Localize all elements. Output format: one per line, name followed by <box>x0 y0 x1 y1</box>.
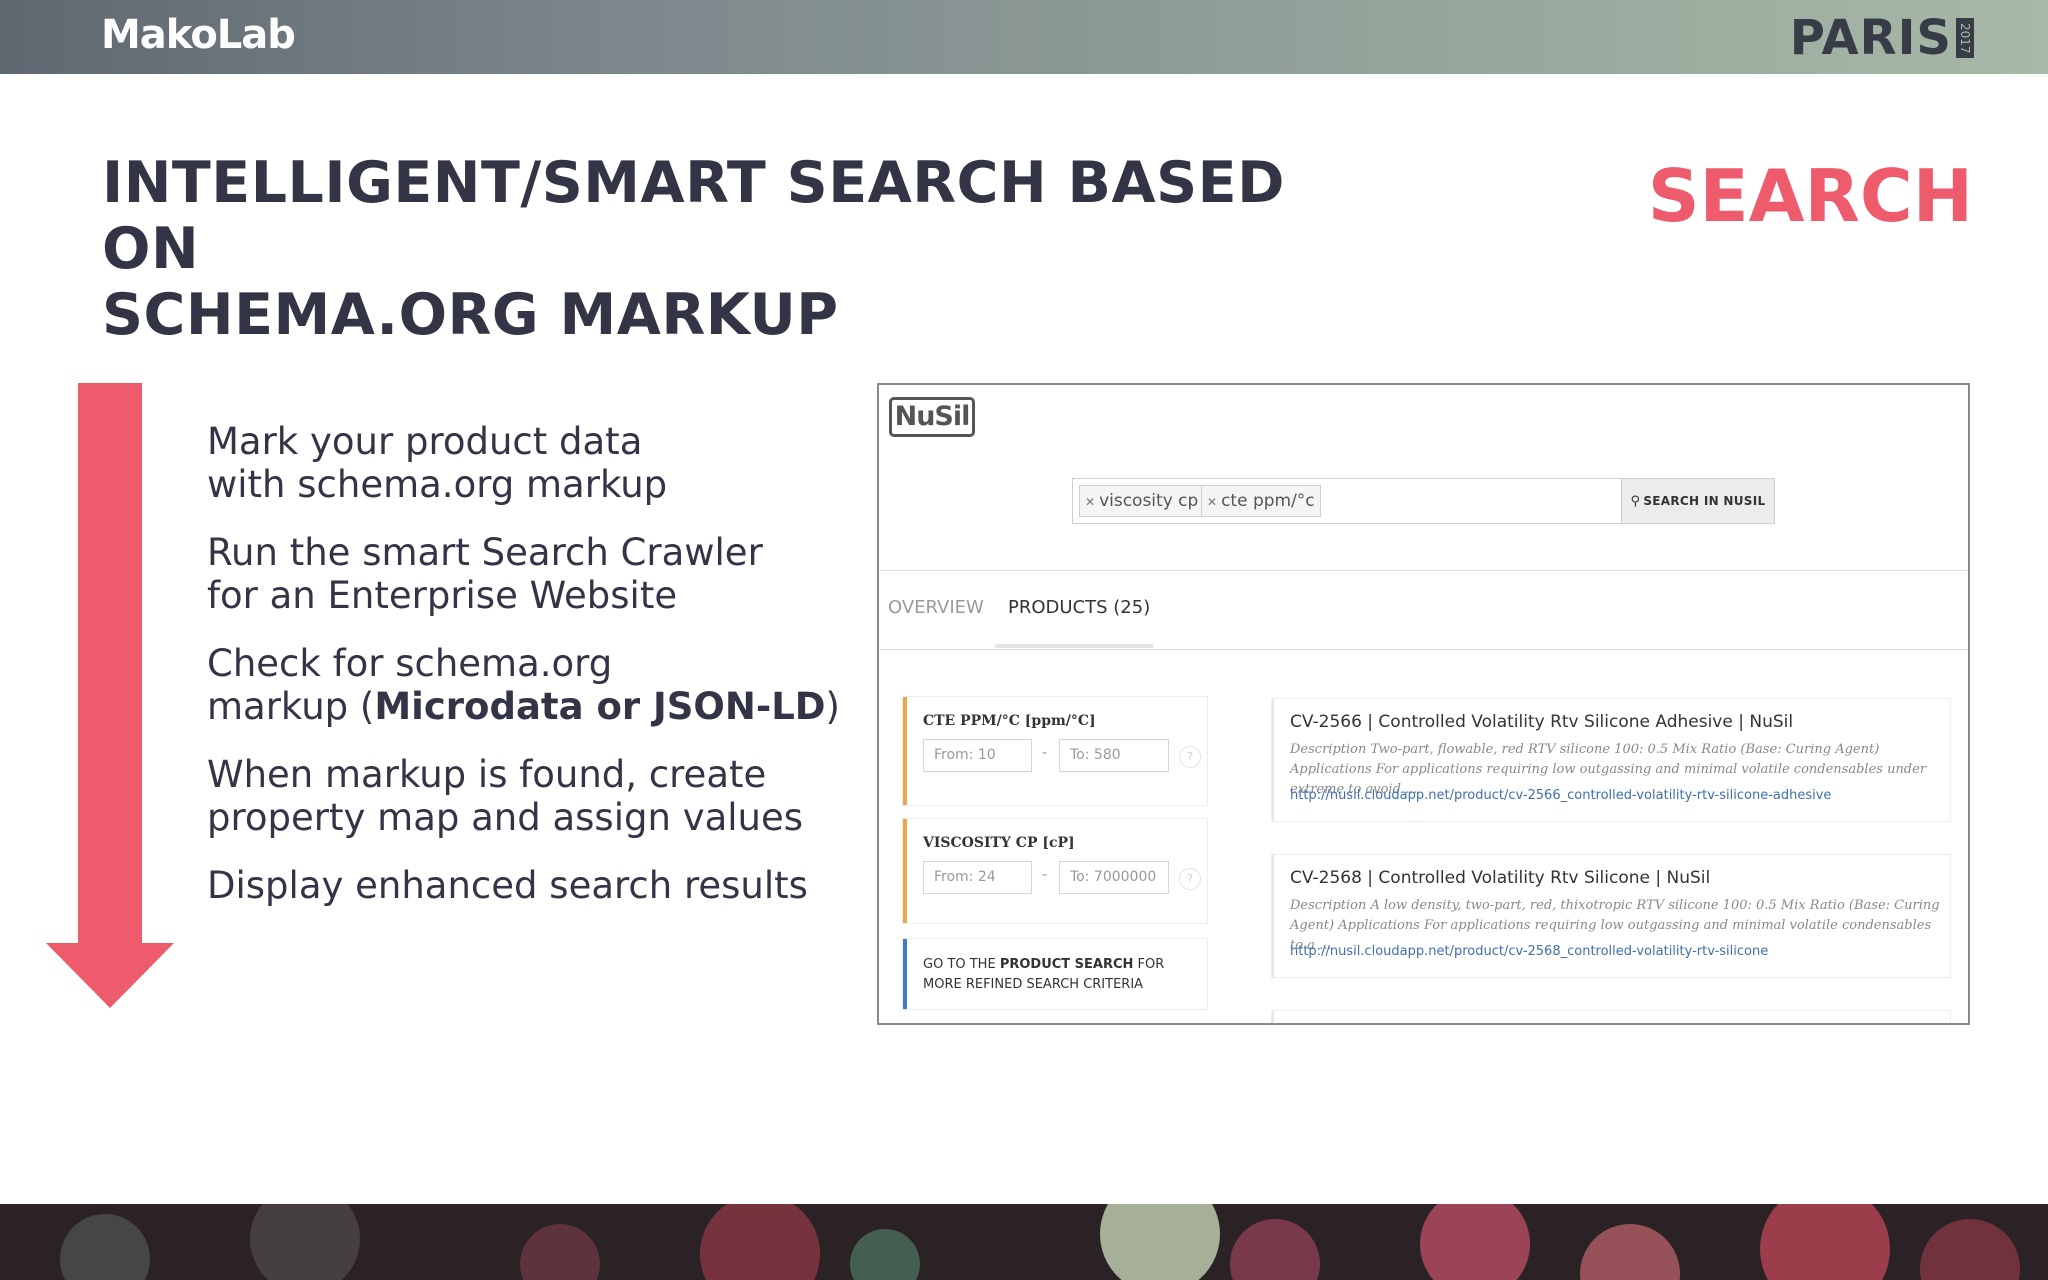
range-to-input[interactable]: To: 580 <box>1059 739 1169 772</box>
step-item: Display enhanced search results <box>207 864 847 907</box>
range-separator: - <box>1042 867 1048 883</box>
nusil-logo: NuSil <box>889 397 975 437</box>
tab-overview[interactable]: OVERVIEW <box>888 597 984 618</box>
result-url[interactable]: http://nusil.cloudapp.net/product/cv-256… <box>1290 788 1831 803</box>
filter-viscosity: VISCOSITY CP [cP] From: 24 - To: 7000000… <box>902 818 1208 924</box>
slide-title-line-2: SCHEMA.ORG MARKUP <box>102 282 839 348</box>
bokeh-light <box>60 1214 150 1280</box>
step-item: Mark your product data with schema.org m… <box>207 420 847 506</box>
step-text: ) <box>825 685 840 728</box>
bokeh-light <box>850 1229 920 1280</box>
search-result <box>1271 1010 1951 1023</box>
search-input[interactable]: ✕ viscosity cp ✕ cte ppm/°c ⚲ SEARCH IN NUS… <box>1072 478 1775 524</box>
step-line: When markup is found, create <box>207 753 767 796</box>
filter-title: CTE PPM/°C [ppm/°C] <box>923 713 1096 729</box>
search-icon: ⚲ <box>1630 494 1641 509</box>
step-item: Run the smart Search Crawler for an Ente… <box>207 531 847 617</box>
active-tab-indicator <box>995 644 1153 648</box>
step-item: When markup is found, create property ma… <box>207 753 847 839</box>
range-to-input[interactable]: To: 7000000 <box>1059 861 1169 894</box>
help-icon[interactable]: ? <box>1179 868 1201 890</box>
help-icon[interactable]: ? <box>1179 746 1201 768</box>
bokeh-light <box>700 1204 820 1280</box>
result-accent-bar <box>1272 1011 1274 1023</box>
tab-products[interactable]: PRODUCTS (25) <box>1008 597 1150 618</box>
close-icon[interactable]: ✕ <box>1085 495 1095 509</box>
result-title[interactable]: CV-2568 | Controlled Volatility Rtv Sili… <box>1290 868 1710 888</box>
search-result: CV-2566 | Controlled Volatility Rtv Sili… <box>1271 698 1951 822</box>
result-url[interactable]: http://nusil.cloudapp.net/product/cv-256… <box>1290 944 1768 959</box>
product-search-link[interactable]: PRODUCT SEARCH <box>1000 957 1134 972</box>
chip-label: viscosity cp <box>1099 491 1199 511</box>
step-line: Display enhanced search results <box>207 864 808 907</box>
top-bar: MakoLab PARIS 2017 <box>0 0 2048 74</box>
slide-title: INTELLIGENT/SMART SEARCH BASED ON SCHEMA… <box>102 150 1402 348</box>
range-from-input[interactable]: From: 10 <box>923 739 1032 772</box>
down-arrow-icon <box>46 383 174 1008</box>
slide-title-line-1: INTELLIGENT/SMART SEARCH BASED ON <box>102 150 1285 282</box>
step-line: markup (Microdata or JSON-LD) <box>207 685 847 728</box>
step-line: Check for schema.org <box>207 642 613 685</box>
section-label: SEARCH <box>1647 154 1973 238</box>
paris-event-logo: PARIS 2017 <box>1790 10 1974 66</box>
search-chip[interactable]: ✕ viscosity cp <box>1079 485 1205 517</box>
step-emphasis: Microdata or JSON-LD <box>374 685 826 728</box>
filter-title: VISCOSITY CP [cP] <box>923 835 1075 851</box>
search-results-screenshot: NuSil ✕ viscosity cp ✕ cte ppm/°c ⚲ SEARCH … <box>877 383 1970 1025</box>
chip-label: cte ppm/°c <box>1221 491 1315 511</box>
step-item: Check for schema.org markup (Microdata o… <box>207 642 847 728</box>
search-chip[interactable]: ✕ cte ppm/°c <box>1201 485 1321 517</box>
goto-accent-bar <box>903 939 907 1009</box>
bokeh-light <box>1920 1219 2020 1280</box>
bokeh-light <box>250 1204 360 1280</box>
close-icon[interactable]: ✕ <box>1207 495 1217 509</box>
search-button[interactable]: ⚲ SEARCH IN NUSIL <box>1621 479 1774 523</box>
bokeh-light <box>1580 1224 1680 1280</box>
filter-accent-bar <box>903 697 907 805</box>
step-line: property map and assign values <box>207 796 804 839</box>
range-separator: - <box>1042 745 1048 761</box>
step-text: markup ( <box>207 685 375 728</box>
event-name: PARIS <box>1789 10 1952 66</box>
bokeh-light <box>1420 1204 1530 1280</box>
makolab-logo: MakoLab <box>101 12 296 58</box>
product-search-link-box[interactable]: GO TO THE PRODUCT SEARCH FOR MORE REFINE… <box>902 938 1208 1010</box>
bokeh-light <box>520 1224 600 1280</box>
event-year: 2017 <box>1956 18 1974 58</box>
bokeh-light <box>1760 1204 1890 1280</box>
goto-text[interactable]: GO TO THE PRODUCT SEARCH FOR MORE REFINE… <box>923 955 1193 995</box>
range-from-input[interactable]: From: 24 <box>923 861 1032 894</box>
step-line: for an Enterprise Website <box>207 574 678 617</box>
search-button-label: SEARCH IN NUSIL <box>1643 494 1766 508</box>
filter-cte: CTE PPM/°C [ppm/°C] From: 10 - To: 580 ? <box>902 696 1208 806</box>
divider <box>879 649 1968 650</box>
search-result: CV-2568 | Controlled Volatility Rtv Sili… <box>1271 854 1951 978</box>
step-line: with schema.org markup <box>207 463 668 506</box>
footer-bokeh-strip <box>0 1204 2048 1280</box>
result-accent-bar <box>1272 855 1274 977</box>
result-accent-bar <box>1272 699 1274 821</box>
step-line: Run the smart Search Crawler <box>207 531 763 574</box>
filter-accent-bar <box>903 819 907 923</box>
goto-text-pre: GO TO THE <box>923 957 1000 972</box>
divider <box>879 570 1968 571</box>
bokeh-light <box>1230 1219 1320 1280</box>
result-title[interactable]: CV-2566 | Controlled Volatility Rtv Sili… <box>1290 712 1793 732</box>
step-line: Mark your product data <box>207 420 643 463</box>
process-steps: Mark your product data with schema.org m… <box>207 420 847 932</box>
bokeh-light <box>1100 1204 1220 1280</box>
